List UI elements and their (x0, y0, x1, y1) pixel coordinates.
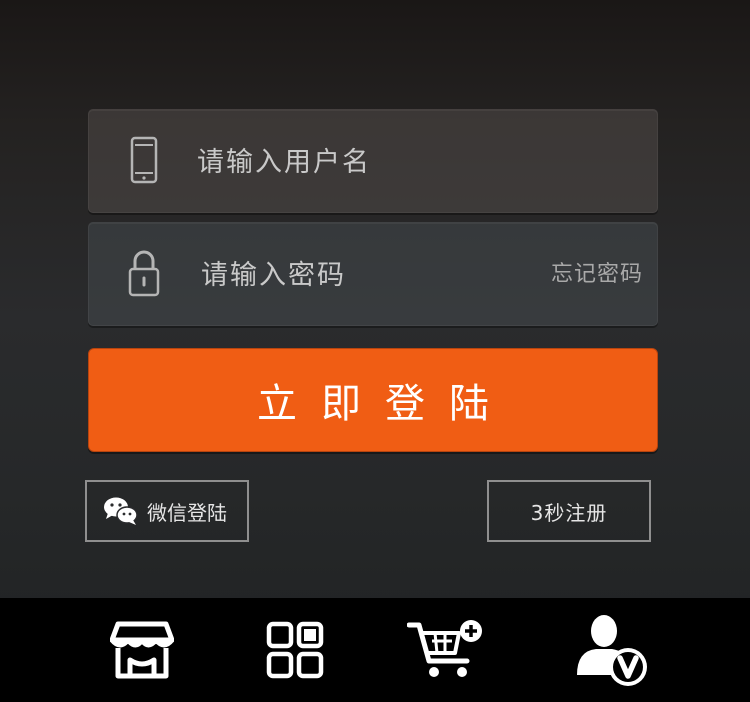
nav-item-store[interactable] (82, 598, 202, 702)
cart-add-icon (407, 620, 482, 677)
password-input[interactable] (201, 223, 521, 327)
username-field[interactable] (88, 109, 658, 214)
wechat-login-button[interactable]: 微信登陆 (85, 480, 249, 542)
store-icon (110, 621, 174, 679)
lock-icon (128, 250, 160, 297)
username-input[interactable] (197, 110, 517, 214)
wechat-login-label: 微信登陆 (147, 500, 227, 525)
register-button[interactable]: 3秒注册 (487, 480, 651, 542)
nav-item-cart[interactable] (386, 598, 506, 702)
user-vip-icon (577, 615, 647, 686)
nav-item-categories[interactable] (235, 598, 355, 702)
phone-icon (130, 136, 158, 184)
login-button[interactable]: 立即登陆 (88, 348, 658, 452)
bottom-nav (0, 598, 750, 702)
grid-icon (266, 621, 324, 679)
forgot-password-link[interactable]: 忘记密码 (551, 223, 643, 327)
password-field[interactable]: 忘记密码 (88, 222, 658, 327)
nav-item-account[interactable] (552, 598, 672, 702)
wechat-icon (104, 497, 138, 525)
